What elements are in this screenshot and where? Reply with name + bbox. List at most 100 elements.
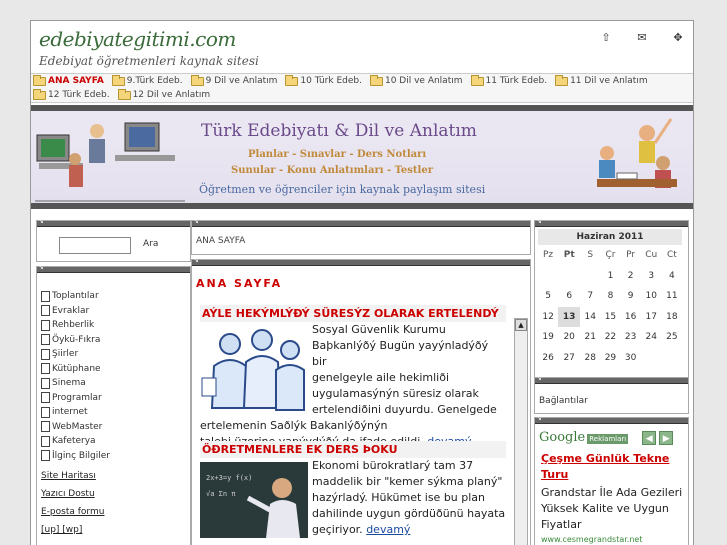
menu-item-label: 11 Türk Edeb. xyxy=(485,76,548,86)
links-box: Bağlantılar xyxy=(534,374,689,414)
nav-item[interactable]: WebMaster xyxy=(41,420,190,435)
calendar-day[interactable]: 11 xyxy=(662,286,682,307)
calendar-day[interactable]: 23 xyxy=(621,327,641,348)
page: edebiyategitimi.com Edebiyat öğretmenler… xyxy=(30,20,694,545)
folder-icon xyxy=(285,74,299,86)
calendar-day[interactable]: 10 xyxy=(641,286,662,307)
scrollbar[interactable]: ▲ xyxy=(514,318,528,545)
calendar-day[interactable]: 21 xyxy=(580,327,600,348)
breadcrumb-box: ANA SAYFA xyxy=(191,217,531,255)
calendar-day[interactable]: 24 xyxy=(641,327,662,348)
nav-item-label: internet xyxy=(52,407,88,418)
calendar-day-name: Pr xyxy=(626,250,636,261)
sitemap-icon[interactable]: ✥ xyxy=(671,31,685,44)
menu-item[interactable]: 9 Dil ve Anlatım xyxy=(190,74,277,86)
calendar-day[interactable]: 25 xyxy=(662,327,682,348)
calendar-day[interactable]: 19 xyxy=(538,327,558,348)
calendar-day[interactable]: 18 xyxy=(662,307,682,328)
folder-icon xyxy=(33,88,46,100)
menu-item[interactable]: 12 Türk Edeb. xyxy=(33,88,110,100)
menu-row: ANA SAYFA 9.Türk Edeb. 9 Dil ve Anlatım 10 … xyxy=(31,74,693,88)
menu-item[interactable]: 9.Türk Edeb. xyxy=(111,74,183,86)
nav-item-label: Toplantılar xyxy=(52,291,99,302)
nav-item[interactable]: Öykü-Fıkra xyxy=(41,333,190,348)
nav-item[interactable]: Toplantılar xyxy=(41,289,190,304)
ad-url[interactable]: www.cesmegrandstar.net xyxy=(535,533,688,544)
nav-item-label: Öykü-Fıkra xyxy=(52,334,101,345)
calendar-day[interactable]: 4 xyxy=(662,266,682,287)
nav-item[interactable]: internet xyxy=(41,405,190,420)
calendar-day[interactable]: 5 xyxy=(538,286,558,307)
site-logo[interactable]: edebiyategitimi.com xyxy=(39,27,236,51)
calendar-day[interactable]: 17 xyxy=(641,307,662,328)
nav-item-label: Evraklar xyxy=(52,305,90,316)
breadcrumb[interactable]: ANA SAYFA xyxy=(192,227,530,246)
calendar-day[interactable]: 13 xyxy=(558,306,581,327)
calendar-day[interactable]: 15 xyxy=(600,307,620,328)
scroll-up-icon[interactable]: ▲ xyxy=(515,319,527,331)
calendar-day[interactable]: 14 xyxy=(580,307,600,328)
search-input[interactable] xyxy=(59,237,131,254)
news-headline[interactable]: ÖÐRETMENLERE EK DERS ÞOKU xyxy=(200,441,506,458)
nav-item[interactable]: Şiirler xyxy=(41,347,190,362)
menu-item-label: 10 Dil ve Anlatım xyxy=(384,76,463,86)
search-button[interactable]: Ara xyxy=(143,239,158,249)
prev-arrow-icon[interactable]: ◀ xyxy=(642,430,657,445)
calendar-day[interactable]: 29 xyxy=(600,348,620,369)
children-reading-illustration xyxy=(597,118,677,188)
document-icon xyxy=(41,363,50,375)
nav-item[interactable]: Sinema xyxy=(41,376,190,391)
top-menu: ANA SAYFA 9.Türk Edeb. 9 Dil ve Anlatım 10 … xyxy=(31,73,693,103)
mail-icon[interactable]: ✉ xyxy=(635,31,649,44)
calendar-day[interactable]: 6 xyxy=(558,286,580,307)
footer-link[interactable]: E-posta formu xyxy=(41,507,190,525)
calendar-day[interactable]: 26 xyxy=(538,348,558,369)
calendar-day[interactable]: 3 xyxy=(641,266,662,287)
document-icon xyxy=(41,406,50,418)
folder-icon xyxy=(190,74,204,86)
calendar-day[interactable]: 7 xyxy=(580,286,600,307)
menu-item[interactable]: 11 Türk Edeb. xyxy=(470,74,548,86)
footer-link[interactable]: [up] [wp] xyxy=(41,525,190,543)
calendar-day[interactable]: 27 xyxy=(558,348,580,369)
calendar-day-name: S xyxy=(587,250,594,261)
svg-text:√a Σn π: √a Σn π xyxy=(206,490,236,498)
news-headline[interactable]: AÝLE HEKÝMLÝÐÝ SÜRESÝZ OLARAK ERTELENDÝ xyxy=(200,305,506,322)
menu-item[interactable]: 10 Dil ve Anlatım xyxy=(369,74,463,86)
folder-icon xyxy=(117,88,131,100)
nav-item-label: Programlar xyxy=(52,392,102,403)
calendar-day[interactable]: 8 xyxy=(600,286,620,307)
nav-item[interactable]: İlginç Bilgiler xyxy=(41,449,190,464)
calendar-day-name: Ct xyxy=(666,250,677,261)
google-logo[interactable]: Google Reklamları xyxy=(539,430,629,445)
calendar-day[interactable]: 20 xyxy=(558,327,580,348)
document-icon xyxy=(41,392,50,404)
calendar-day[interactable]: 28 xyxy=(580,348,600,369)
calendar-day[interactable]: 16 xyxy=(621,307,641,328)
menu-item-label: 9.Türk Edeb. xyxy=(126,76,183,86)
document-icon xyxy=(41,348,50,360)
read-more-link[interactable]: devamý xyxy=(366,523,410,536)
footer-link[interactable]: Site Haritası xyxy=(41,471,190,489)
home-icon[interactable]: ⇧ xyxy=(599,31,613,44)
nav-item[interactable]: Programlar xyxy=(41,391,190,406)
menu-item[interactable]: 10 Türk Edeb. xyxy=(285,74,362,86)
calendar-day[interactable]: 9 xyxy=(621,286,641,307)
nav-item[interactable]: Kafeterya xyxy=(41,434,190,449)
calendar-day[interactable]: 30 xyxy=(621,348,641,369)
footer-link[interactable]: Yazıcı Dostu xyxy=(41,489,190,507)
menu-item[interactable]: 12 Dil ve Anlatım xyxy=(117,88,210,100)
ad-title[interactable]: Çeşme Günlük Tekne Turu xyxy=(535,445,688,483)
calendar-day[interactable]: 12 xyxy=(538,307,558,328)
menu-item[interactable]: 11 Dil ve Anlatım xyxy=(555,74,648,86)
nav-item[interactable]: Evraklar xyxy=(41,304,190,319)
site-slogan: Edebiyat öğretmenleri kaynak sitesi xyxy=(39,54,259,68)
news-item: AÝLE HEKÝMLÝÐÝ SÜRESÝZ OLARAK ERTELENDÝ … xyxy=(200,305,506,450)
menu-item[interactable]: ANA SAYFA xyxy=(33,74,104,86)
nav-item[interactable]: Kütüphane xyxy=(41,362,190,377)
nav-item[interactable]: Rehberlik xyxy=(41,318,190,333)
calendar-day[interactable]: 22 xyxy=(600,327,620,348)
next-arrow-icon[interactable]: ▶ xyxy=(659,430,674,445)
calendar-day[interactable]: 1 xyxy=(600,266,620,287)
calendar-day[interactable]: 2 xyxy=(621,266,641,287)
